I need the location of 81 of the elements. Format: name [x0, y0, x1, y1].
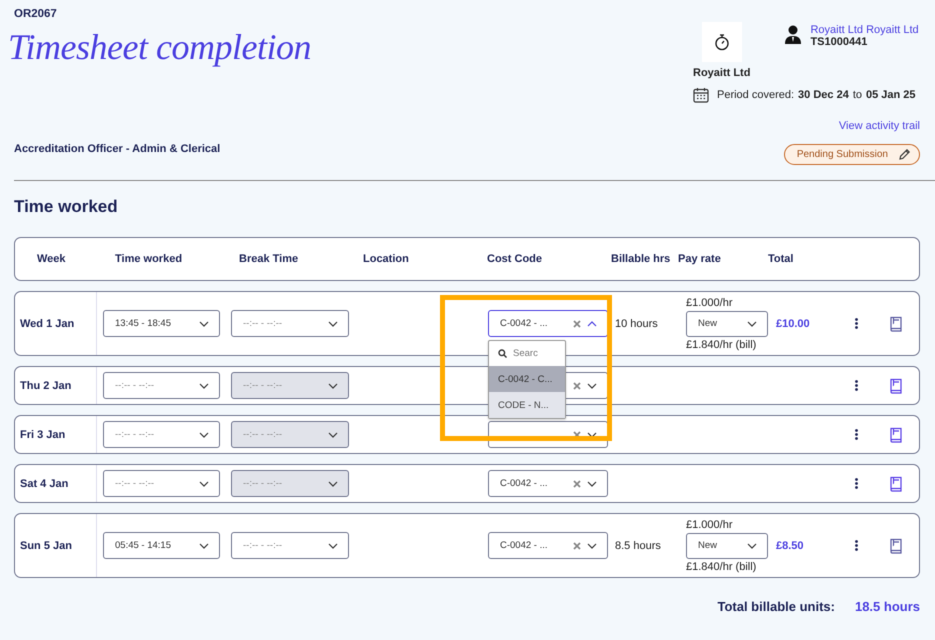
pay-rate: £1.000/hr [686, 296, 734, 308]
bill-rate: £1.840/hr (bill) [686, 338, 758, 350]
time-worked-select[interactable]: --:-- - --:-- [103, 421, 220, 448]
cost-code-select[interactable]: C-0042 - ... [488, 532, 608, 559]
day-label: Wed 1 Jan [20, 318, 74, 330]
column-header: Location [362, 253, 410, 265]
column-header: Cost Code [486, 253, 543, 265]
cost-code-select[interactable]: C-0042 - ... [488, 470, 608, 497]
chevron-down-icon [328, 480, 338, 486]
notebook-icon[interactable] [888, 476, 902, 492]
chevron-down-icon [328, 542, 338, 548]
timesheet-id: TS1000441 [810, 36, 868, 48]
chevron-down-icon [587, 382, 597, 388]
page-title: Timesheet completion [8, 26, 311, 68]
clear-icon [573, 480, 581, 488]
clear-icon [573, 382, 581, 390]
clear-icon [573, 320, 581, 328]
pay-rate: £1.000/hr [686, 518, 734, 530]
billable-hours: 8.5 hours [615, 540, 661, 552]
chevron-down-icon [199, 480, 209, 486]
chevron-down-icon [199, 432, 209, 438]
chevron-down-icon [328, 382, 338, 388]
break-time-select[interactable]: --:-- - --:-- [231, 310, 349, 337]
rate-type-select[interactable]: New [686, 310, 768, 336]
row-total: £10.00 [776, 318, 810, 330]
column-header: Break Time [238, 253, 300, 265]
notebook-icon[interactable] [888, 378, 902, 394]
day-label: Sat 4 Jan [20, 478, 68, 490]
bill-rate: £1.840/hr (bill) [686, 560, 758, 572]
user-name-link[interactable]: Royaitt Ltd Royaitt Ltd [810, 24, 919, 36]
stopwatch-icon [714, 33, 730, 51]
time-worked-select[interactable]: 13:45 - 18:45 [103, 310, 220, 337]
period-label: Period covered: [717, 89, 794, 101]
chevron-down-icon [587, 432, 597, 438]
search-icon [498, 349, 507, 358]
notebook-icon[interactable] [888, 426, 902, 442]
column-header: Time worked [114, 253, 184, 265]
time-worked-select[interactable]: --:-- - --:-- [103, 470, 220, 497]
total-label: Total billable units: [717, 599, 835, 614]
day-label: Thu 2 Jan [20, 380, 72, 392]
dropdown-option[interactable]: CODE - N... [489, 392, 565, 418]
chevron-down-icon [328, 432, 338, 438]
row-total: £8.50 [776, 540, 804, 552]
chevron-down-icon [587, 480, 597, 486]
activity-trail-link[interactable]: View activity trail [838, 120, 920, 132]
column-header: Week [36, 253, 67, 265]
dropdown-option[interactable]: C-0042 - C... [489, 366, 565, 392]
chevron-down-icon [747, 542, 757, 548]
job-title: Accreditation Officer - Admin & Clerical [14, 143, 220, 155]
day-label: Sun 5 Jan [20, 540, 72, 552]
period-end: 05 Jan 25 [866, 89, 916, 101]
notebook-icon[interactable] [888, 538, 902, 554]
column-header: Billable hrs [611, 253, 672, 265]
chevron-up-icon [587, 320, 597, 326]
section-heading: Time worked [14, 197, 119, 217]
chevron-down-icon [199, 542, 209, 548]
order-reference: OR2067 [14, 8, 58, 20]
rate-type-select[interactable]: New [686, 532, 768, 558]
cost-code-select[interactable]: C-0042 - ... [488, 310, 608, 337]
period-start: 30 Dec 24 [798, 89, 849, 101]
column-header: Total [768, 253, 794, 265]
notebook-icon[interactable] [888, 316, 902, 332]
chevron-down-icon [199, 320, 209, 326]
chevron-down-icon [328, 320, 338, 326]
clear-icon [573, 542, 581, 550]
period-separator: to [852, 89, 862, 101]
break-time-select[interactable]: --:-- - --:-- [231, 532, 349, 559]
chevron-down-icon [747, 320, 757, 326]
client-name: Royaitt Ltd [693, 67, 750, 79]
chevron-down-icon [199, 382, 209, 388]
chevron-down-icon [587, 542, 597, 548]
billable-hours: 10 hours [615, 318, 658, 330]
calendar-icon [693, 87, 709, 103]
person-icon [784, 24, 802, 44]
total-billable-units: 18.5 hours [854, 599, 920, 614]
pencil-icon [898, 148, 911, 161]
status-badge[interactable]: Pending Submission [784, 144, 920, 165]
clear-icon [573, 430, 581, 438]
day-label: Fri 3 Jan [20, 428, 66, 440]
time-worked-select[interactable]: 05:45 - 14:15 [103, 532, 220, 559]
time-worked-select[interactable]: --:-- - --:-- [103, 372, 220, 399]
